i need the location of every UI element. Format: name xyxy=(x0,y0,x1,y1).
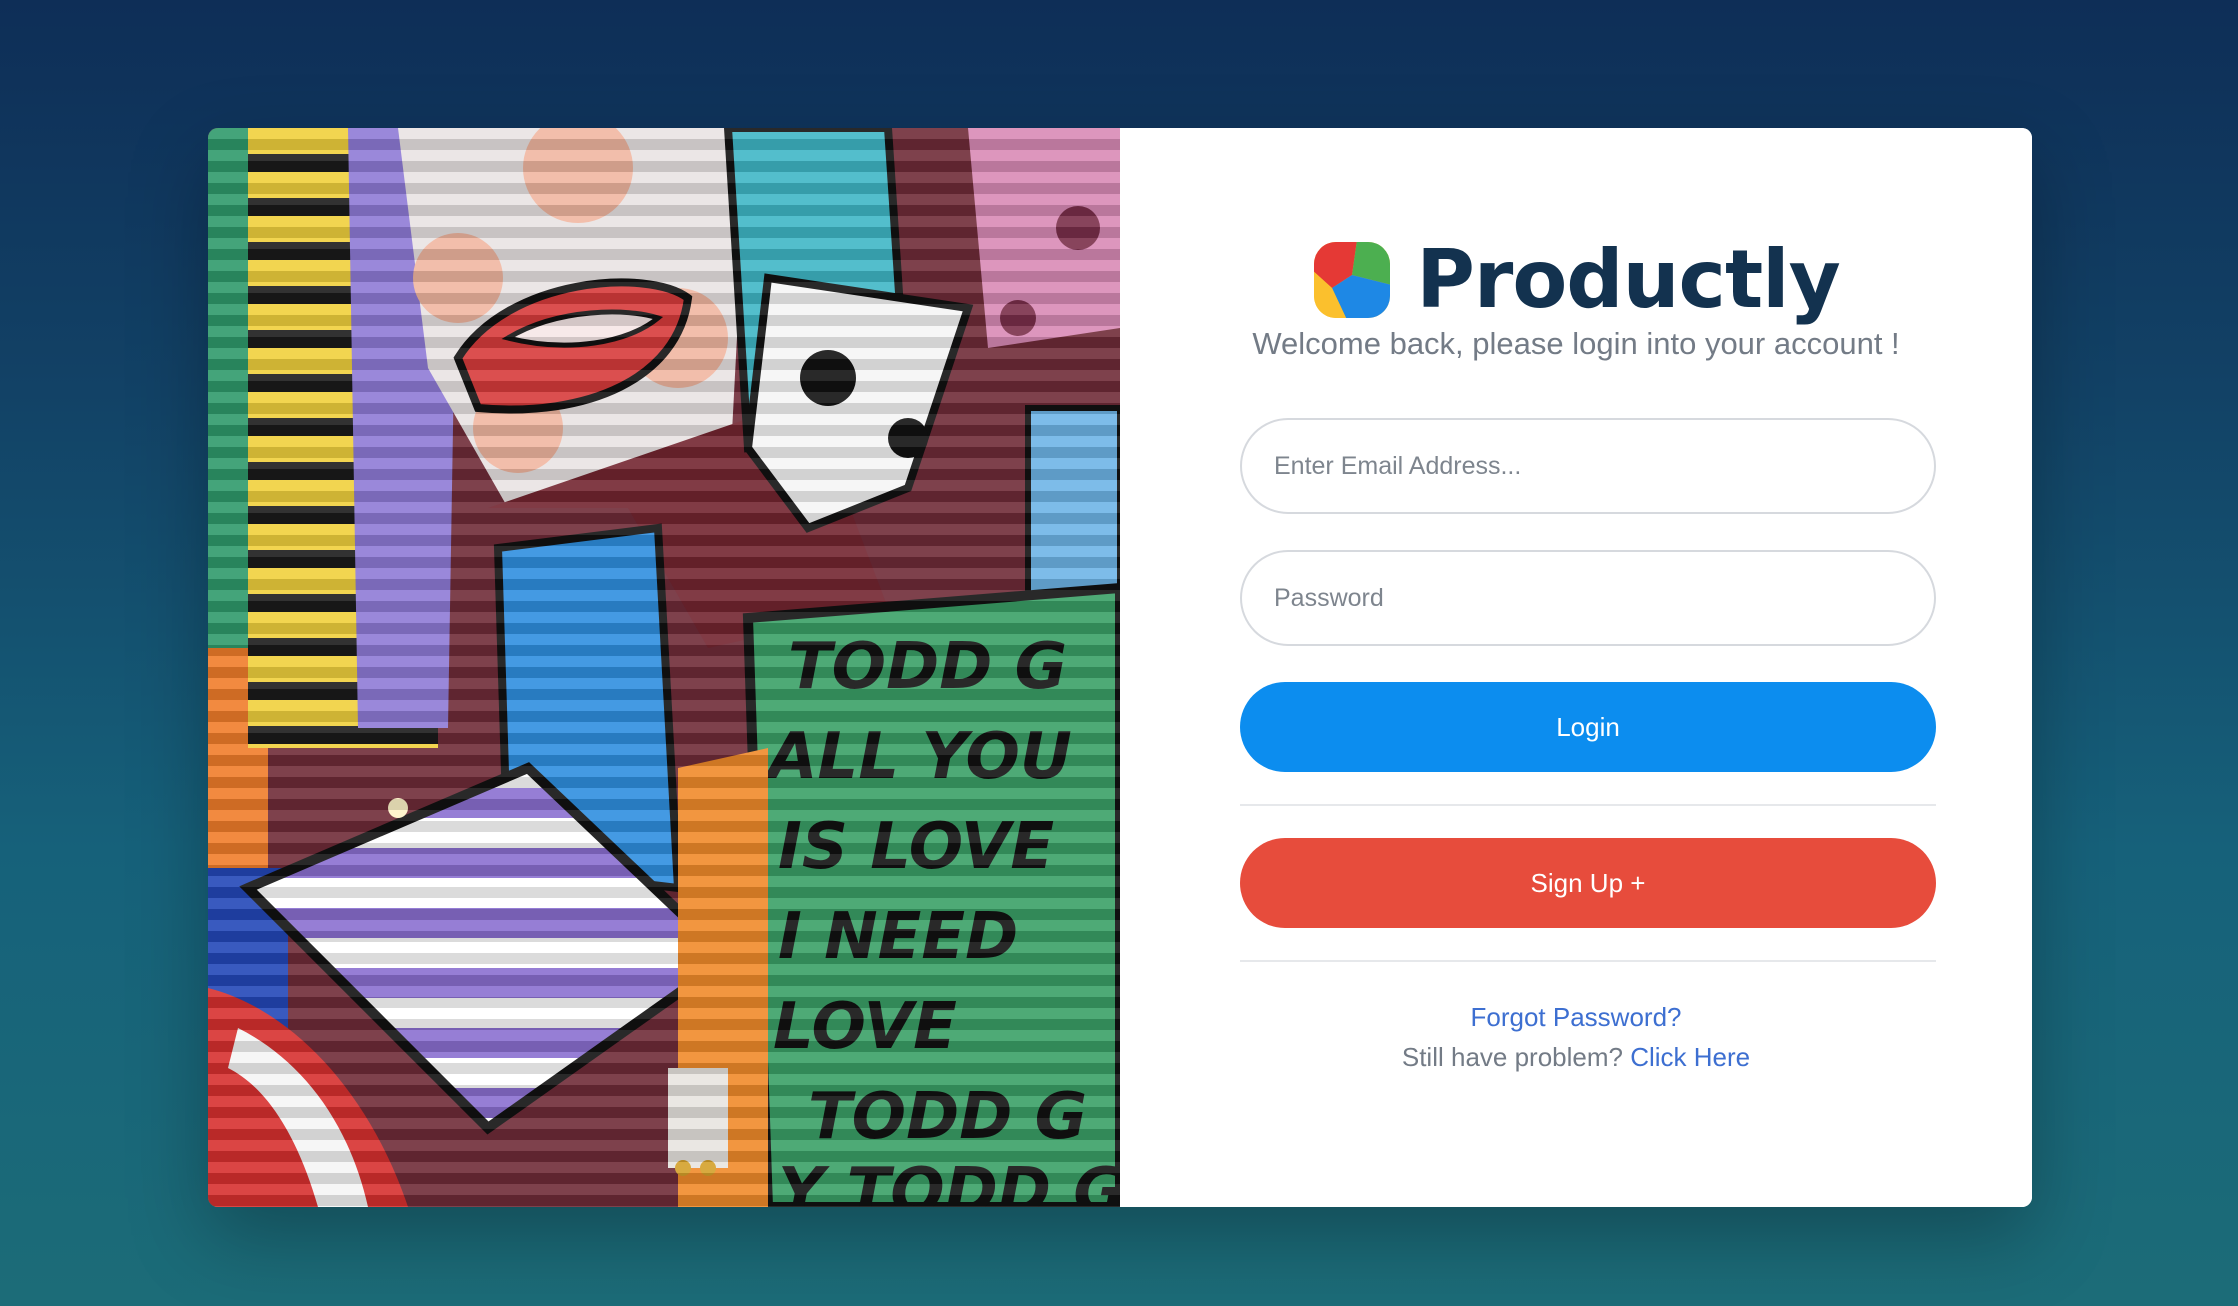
brand-name: Productly xyxy=(1416,233,1840,326)
login-button[interactable]: Login xyxy=(1240,682,1936,772)
brand-header: Productly xyxy=(1120,240,2032,320)
problem-text: Still have problem? xyxy=(1401,1042,1631,1072)
password-input[interactable] xyxy=(1240,550,1936,646)
forgot-password-link[interactable]: Forgot Password? xyxy=(1471,1002,1682,1032)
email-input[interactable] xyxy=(1240,418,1936,514)
help-row: Still have problem? Click Here xyxy=(1120,1042,2032,1073)
click-here-link[interactable]: Click Here xyxy=(1630,1042,1750,1072)
login-panel: Productly Welcome back, please login int… xyxy=(1120,128,2032,1207)
signup-button[interactable]: Sign Up + xyxy=(1240,838,1936,928)
productly-logo-icon xyxy=(1314,242,1391,318)
divider xyxy=(1240,804,1936,806)
welcome-text: Welcome back, please login into your acc… xyxy=(1252,326,1900,361)
divider xyxy=(1240,960,1936,962)
mural-graffiti-image: TODD G ALL YOU IS LOVE I NEED LOVE TODD … xyxy=(208,128,1120,1207)
forgot-password-row: Forgot Password? xyxy=(1120,1002,2032,1033)
login-card: TODD G ALL YOU IS LOVE I NEED LOVE TODD … xyxy=(208,128,2032,1207)
